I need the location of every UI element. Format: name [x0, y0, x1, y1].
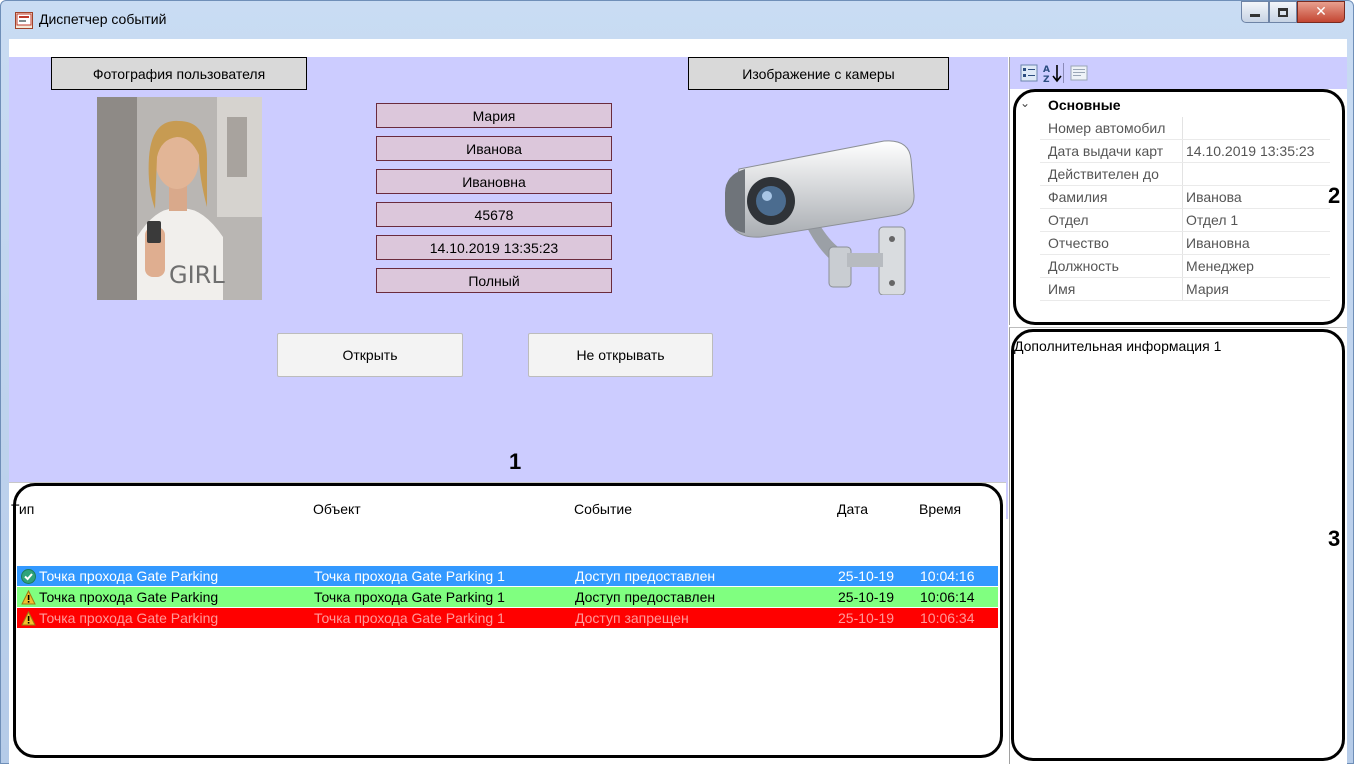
maximize-icon — [1278, 7, 1288, 17]
event-object: Точка прохода Gate Parking 1 — [314, 589, 505, 605]
property-row[interactable]: Отчество Ивановна — [1010, 232, 1330, 255]
photo-shirt-text: GIRL — [169, 261, 225, 289]
event-type: Точка прохода Gate Parking — [39, 589, 219, 605]
camera-header: Изображение с камеры — [688, 57, 949, 90]
event-object: Точка прохода Gate Parking 1 — [314, 610, 505, 626]
patronymic-field: Ивановна — [376, 169, 612, 194]
area-label-1: 1 — [509, 449, 522, 474]
property-value: Менеджер — [1186, 258, 1254, 274]
column-time[interactable]: Время — [919, 501, 961, 517]
check-icon — [21, 569, 36, 584]
property-row[interactable]: Дата выдачи карт 14.10.2019 13:35:23 — [1010, 140, 1330, 163]
event-time: 10:06:34 — [920, 610, 975, 626]
event-name: Доступ предоставлен — [575, 589, 716, 605]
property-key: Действителен до — [1048, 166, 1159, 182]
event-row[interactable]: Точка прохода Gate Parking Точка прохода… — [17, 566, 998, 586]
dont-open-button[interactable]: Не открывать — [528, 333, 713, 377]
events-list[interactable]: Тип Объект Событие Дата Время Точка прох… — [9, 482, 1006, 764]
column-object[interactable]: Объект — [313, 501, 361, 517]
property-value: Иванова — [1186, 189, 1242, 205]
security-camera-icon — [725, 140, 915, 296]
svg-text:Z: Z — [1043, 75, 1050, 83]
event-name: Доступ предоставлен — [575, 568, 716, 584]
client-area: Фотография пользователя Изображение с ка… — [9, 39, 1347, 764]
app-book-icon — [15, 12, 33, 29]
additional-info-text: Дополнительная информация 1 — [1014, 338, 1222, 354]
user-photo-image: GIRL — [97, 97, 262, 300]
close-icon: ✕ — [1315, 4, 1327, 20]
property-pages-icon[interactable] — [1068, 62, 1090, 84]
column-type[interactable]: Тип — [11, 501, 34, 517]
event-name: Доступ запрещен — [575, 610, 689, 626]
area-label-3: 3 — [1328, 526, 1341, 551]
property-value: 14.10.2019 13:35:23 — [1186, 143, 1315, 159]
categorized-view-icon[interactable] — [1018, 62, 1040, 84]
event-row[interactable]: Точка прохода Gate Parking Точка прохода… — [17, 608, 998, 628]
warning-icon — [21, 590, 36, 605]
photo-header: Фотография пользователя — [51, 57, 307, 90]
property-key: Отчество — [1048, 235, 1109, 251]
property-row[interactable]: Должность Менеджер — [1010, 255, 1330, 278]
property-key: Фамилия — [1048, 189, 1108, 205]
property-row[interactable]: Отдел Отдел 1 — [1010, 209, 1330, 232]
access-level-field: Полный — [376, 268, 612, 293]
collapse-chevron-icon[interactable]: ⌄ — [1020, 96, 1030, 110]
event-manager-window: Диспетчер событий ✕ Фотография пользоват… — [0, 0, 1354, 764]
property-row[interactable]: Фамилия Иванова — [1010, 186, 1330, 209]
window-controls: ✕ — [1241, 1, 1345, 23]
property-row[interactable]: Имя Мария — [1010, 278, 1330, 301]
property-category: Основные — [1048, 97, 1121, 113]
warning-icon — [21, 611, 36, 626]
events-header: Тип Объект Событие Дата Время — [9, 483, 1006, 517]
close-button[interactable]: ✕ — [1297, 1, 1345, 23]
property-key: Должность — [1048, 258, 1119, 274]
property-key: Дата выдачи карт — [1048, 143, 1164, 159]
additional-info-panel[interactable]: Дополнительная информация 1 3 — [1009, 327, 1347, 764]
property-key: Отдел — [1048, 212, 1089, 228]
column-date[interactable]: Дата — [837, 501, 868, 517]
event-date: 25-10-19 — [838, 568, 895, 584]
minimize-icon — [1250, 13, 1260, 17]
minimize-button[interactable] — [1241, 1, 1269, 23]
svg-text:A: A — [1043, 65, 1050, 75]
property-key: Номер автомобил — [1048, 120, 1166, 136]
window-title: Диспетчер событий — [39, 11, 167, 27]
first-name-field: Мария — [376, 103, 612, 128]
event-type: Точка прохода Gate Parking — [39, 568, 219, 584]
user-photo: GIRL — [97, 97, 262, 300]
user-card-panel: Фотография пользователя Изображение с ка… — [9, 57, 1008, 519]
property-toolbar: AZ — [1009, 57, 1347, 89]
column-event[interactable]: Событие — [574, 501, 632, 517]
event-row[interactable]: Точка прохода Gate Parking Точка прохода… — [17, 587, 998, 607]
maximize-button[interactable] — [1269, 1, 1297, 23]
property-row[interactable]: Номер автомобил — [1010, 117, 1330, 140]
property-key: Имя — [1048, 281, 1076, 297]
event-date: 25-10-19 — [838, 610, 895, 626]
camera-image — [709, 135, 919, 296]
event-object: Точка прохода Gate Parking 1 — [314, 568, 505, 584]
property-value: Ивановна — [1186, 235, 1250, 251]
open-button[interactable]: Открыть — [277, 333, 463, 377]
datetime-field: 14.10.2019 13:35:23 — [376, 235, 612, 260]
toolbar-separator — [1063, 63, 1064, 83]
card-number-field: 45678 — [376, 202, 612, 227]
property-value: Отдел 1 — [1186, 212, 1239, 228]
event-date: 25-10-19 — [838, 589, 895, 605]
property-grid[interactable]: ⌄ Основные Номер автомобил Дата выдачи к… — [1009, 89, 1347, 325]
area-label-2: 2 — [1328, 183, 1341, 208]
event-time: 10:06:14 — [920, 589, 975, 605]
title-bar[interactable]: Диспетчер событий ✕ — [1, 1, 1353, 39]
event-time: 10:04:16 — [920, 568, 975, 584]
property-value: Мария — [1186, 281, 1229, 297]
property-row[interactable]: Действителен до — [1010, 163, 1330, 186]
sort-alphabetical-icon[interactable]: AZ — [1042, 62, 1064, 84]
event-type: Точка прохода Gate Parking — [39, 610, 219, 626]
last-name-field: Иванова — [376, 136, 612, 161]
